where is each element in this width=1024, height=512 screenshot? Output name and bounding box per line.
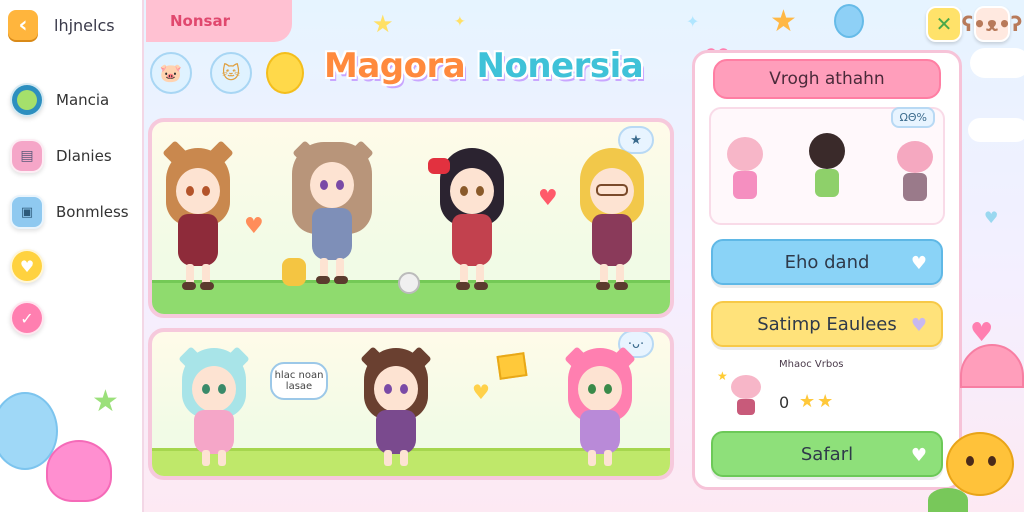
pig-icon: 🐷 [159, 62, 183, 84]
leaf [928, 488, 968, 512]
kitten-plush [398, 272, 420, 294]
panel-header-label: Vrogh athahn [769, 69, 885, 89]
rating-stars: ★★ [799, 391, 836, 412]
bear-plush [282, 258, 306, 286]
character-card[interactable] [428, 142, 512, 302]
character-scene-bottom: ·ᴗ· hlac noan lasae ♥ [148, 328, 674, 480]
safarl-button[interactable]: Safarl ♥ [711, 431, 943, 477]
button-label: Satimp Eaulees [757, 313, 897, 335]
right-panel: Vrogh athahn ΩΘ% Eho dand ♥ Satimp Eaule… [692, 50, 962, 490]
list-avatar[interactable] [729, 375, 763, 415]
game-title: Magora Nonersia [324, 46, 680, 98]
sidebar-item-label: Bonmless [56, 203, 129, 221]
preview-badge-text: ΩΘ% [899, 111, 927, 124]
heart-icon: ♥ [538, 186, 558, 211]
star-icon: ★ [92, 384, 119, 419]
mini-character[interactable] [805, 129, 845, 209]
bubble-button-cat[interactable]: 🐱 [210, 52, 252, 94]
outfit [452, 214, 492, 266]
face [590, 168, 634, 214]
tab-label: Nonsar [170, 12, 230, 30]
bear-mascot [946, 432, 1014, 496]
heart-icon: ♥ [910, 253, 927, 274]
character-card[interactable] [356, 342, 436, 476]
cloud [968, 118, 1024, 142]
back-label: lhjnelcs [54, 15, 115, 35]
panel-header-button[interactable]: Vrogh athahn [713, 59, 941, 99]
sidebar-item-label: Dlanies [56, 147, 112, 165]
face [176, 168, 220, 214]
sidebar-item-label: Mancia [56, 91, 110, 109]
button-label: Eho dand [784, 251, 870, 273]
flag-icon [496, 352, 528, 380]
heart-icon: ♥ [910, 445, 927, 466]
balloon-icon [834, 4, 864, 38]
glasses [596, 184, 628, 196]
star-icon: ✦ [454, 14, 466, 30]
outfit [580, 410, 620, 454]
title-part-1: Magora [324, 46, 466, 86]
list-title: Mhaoc Vrbos [779, 359, 844, 370]
chevron-left-icon: ‹ [8, 10, 38, 40]
face [192, 366, 236, 412]
green-orb-icon [10, 83, 44, 117]
satimp-eaulees-button[interactable]: Satimp Eaulees ♥ [711, 301, 943, 347]
close-icon: ✕ [935, 12, 953, 36]
star-icon: ★ [717, 369, 728, 383]
character-preview-box: ΩΘ% [709, 107, 945, 225]
sidebar-item-mancia[interactable]: Mancia [10, 80, 138, 120]
face-box-icon: ▣ [10, 195, 44, 229]
preview-badge: ΩΘ% [891, 107, 935, 128]
button-label: Safarl [800, 443, 854, 465]
title-part-2: Nonersia [476, 46, 644, 86]
tab-nonsar[interactable]: Nonsar [146, 0, 292, 42]
character-card[interactable] [572, 142, 652, 302]
heart-balloon-icon [46, 440, 112, 502]
face [450, 168, 494, 214]
character-scene-top: ★ ♥ ♥ [148, 118, 674, 318]
speech-text: hlac noan lasae [274, 370, 324, 392]
umbrella [960, 344, 1024, 388]
outfit [312, 208, 352, 260]
eho-dand-button[interactable]: Eho dand ♥ [711, 239, 943, 285]
yellow-balloon-icon [266, 52, 304, 94]
heart-coin-icon: ♥ [10, 249, 44, 283]
cat-face-icon: 🐱 [221, 62, 241, 84]
character-card[interactable] [560, 342, 640, 476]
outfit [592, 214, 632, 266]
character-card[interactable] [158, 140, 238, 302]
bow [428, 158, 450, 174]
outfit [194, 410, 234, 454]
heart-icon: ♥ [244, 214, 264, 239]
profile-button[interactable]: ʕ•ᴥ•ʔ [962, 6, 1022, 42]
sidebar-item-bonmless[interactable]: ▣ Bonmless [10, 192, 138, 232]
character-card[interactable] [174, 342, 254, 476]
sidebar-item-pink[interactable]: ✓ [10, 298, 138, 338]
face [310, 162, 354, 208]
star-icon: ★ [770, 4, 797, 39]
face [578, 366, 622, 412]
heart-icon: ♥ [472, 380, 490, 404]
cloud [970, 48, 1024, 78]
bubble-button-pig[interactable]: 🐷 [150, 52, 192, 94]
sidebar-item-dlanies[interactable]: ▤ Dlanies [10, 136, 138, 176]
back-button[interactable]: ‹ lhjnelcs [8, 6, 140, 44]
heart-icon: ♥ [910, 315, 927, 336]
star-icon: ★ [372, 10, 394, 38]
close-button[interactable]: ✕ [926, 6, 962, 42]
mini-character[interactable] [893, 137, 933, 217]
heart-icon: ♥ [984, 208, 999, 227]
outfit [178, 214, 218, 266]
outfit [376, 410, 416, 454]
sidebar-item-gold[interactable]: ♥ [10, 246, 138, 286]
mini-character[interactable] [723, 133, 763, 213]
star-icon: ✦ [686, 12, 700, 31]
bear-face-icon: ʕ•ᴥ•ʔ [961, 11, 1023, 36]
check-icon: ✓ [10, 301, 44, 335]
list-count: 0 [779, 393, 790, 412]
backpack-icon: ▤ [10, 139, 44, 173]
sidebar: ‹ lhjnelcs Mancia ▤ Dlanies ▣ Bonmless ♥… [0, 0, 144, 512]
speech-bubble: hlac noan lasae [270, 362, 328, 400]
face [374, 366, 418, 412]
